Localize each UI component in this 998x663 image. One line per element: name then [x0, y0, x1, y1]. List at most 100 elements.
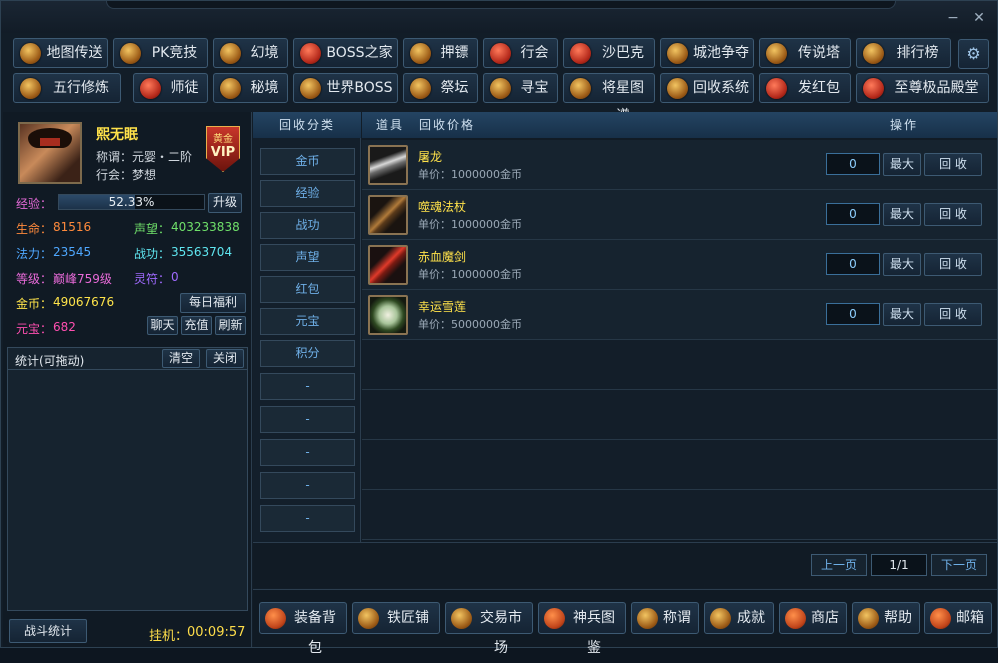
nav-supreme-hall-button[interactable]: 至尊极品殿堂	[856, 73, 989, 103]
list-item: 幸运雪莲 单价：5000000金币 最大 回 收	[362, 290, 997, 340]
max-button[interactable]: 最大	[883, 203, 921, 226]
category-gold[interactable]: 金币	[260, 148, 355, 175]
player-name: 熙无眠	[96, 127, 138, 143]
achievement-button[interactable]: 成就	[704, 602, 774, 634]
list-item: 赤血魔剑 单价：1000000金币 最大 回 收	[362, 240, 997, 290]
clear-button[interactable]: 清空	[162, 349, 200, 368]
close-stats-button[interactable]: 关闭	[206, 349, 244, 368]
nav-label: 秘境	[250, 80, 279, 96]
nav-boss-home-button[interactable]: BOSS之家	[293, 38, 398, 68]
nav-world-boss-button[interactable]: 世界BOSS	[293, 73, 398, 103]
chat-button[interactable]: 聊天	[147, 316, 178, 335]
category-empty[interactable]: -	[260, 406, 355, 433]
nav-pk-arena-button[interactable]: PK竞技场	[113, 38, 208, 89]
nav-red-packet-button[interactable]: 发红包	[759, 73, 851, 103]
title-button[interactable]: 称谓	[631, 602, 699, 634]
settings-gear-icon[interactable]: ⚙	[958, 39, 989, 69]
next-page-button[interactable]: 下一页	[931, 554, 987, 576]
daily-welfare-button[interactable]: 每日福利	[180, 293, 246, 313]
category-merit[interactable]: 战功	[260, 212, 355, 239]
nav-guild-button[interactable]: 行会	[483, 38, 558, 68]
snow-lotus-icon[interactable]	[368, 295, 408, 335]
nav-treasure-button[interactable]: 寻宝	[483, 73, 558, 103]
max-button[interactable]: 最大	[883, 153, 921, 176]
max-button[interactable]: 最大	[883, 253, 921, 276]
prev-page-button[interactable]: 上一页	[811, 554, 867, 576]
nav-altar-button[interactable]: 祭坛	[403, 73, 478, 103]
nav-label: 城池争夺	[693, 45, 749, 61]
recharge-button[interactable]: 充值	[181, 316, 212, 335]
quantity-input[interactable]	[826, 303, 880, 325]
mail-icon	[930, 608, 951, 629]
escort-icon	[410, 43, 431, 64]
supreme-hall-icon	[863, 78, 884, 99]
recycle-button[interactable]: 回 收	[924, 203, 982, 226]
nav-escort-button[interactable]: 押镖	[403, 38, 478, 68]
avatar[interactable]	[18, 122, 82, 184]
power-value: 35563704	[171, 245, 233, 259]
list-item: 屠龙 单价：1000000金币 最大 回 收	[362, 140, 997, 190]
battle-stats-button[interactable]: 战斗统计	[9, 619, 87, 643]
nav-label: 祭坛	[440, 80, 469, 96]
shop-button[interactable]: 商店	[779, 602, 847, 634]
recycle-button[interactable]: 回 收	[924, 153, 982, 176]
recycle-list: 道具 回收价格 操作 屠龙 单价：1000000金币 最大 回 收 噬魂法杖 单…	[362, 112, 997, 542]
nav-ranking-button[interactable]: 排行榜	[856, 38, 951, 68]
nav-label: 至尊极品殿堂	[894, 80, 979, 96]
list-item-empty	[362, 440, 997, 490]
bottom-label: 装备背包	[294, 610, 336, 656]
category-ingot[interactable]: 元宝	[260, 308, 355, 335]
hammer-icon	[358, 608, 379, 629]
hang-timer: 00:09:57	[187, 625, 246, 640]
fame-value: 403233838	[171, 220, 240, 234]
five-elements-icon	[20, 78, 41, 99]
character-panel: 熙无眠 称谓：元婴・二阶 行会：梦想 黄金 VIP 经验： 52.33% 升级 …	[3, 112, 252, 647]
nav-shabak-button[interactable]: 沙巴克	[563, 38, 655, 68]
blood-sword-icon[interactable]	[368, 245, 408, 285]
mailbox-button[interactable]: 邮箱	[924, 602, 992, 634]
category-empty[interactable]: -	[260, 505, 355, 532]
category-empty[interactable]: -	[260, 439, 355, 466]
minimize-icon[interactable]: −	[945, 10, 961, 26]
nav-legend-tower-button[interactable]: 传说塔	[759, 38, 851, 68]
secret-realm-icon	[220, 78, 241, 99]
quantity-input[interactable]	[826, 203, 880, 225]
nav-mentor-button[interactable]: 师徒	[133, 73, 208, 103]
nav-recycle-system-button[interactable]: 回收系统	[660, 73, 754, 103]
pk-arena-icon	[120, 43, 141, 64]
dragon-blade-icon[interactable]	[368, 145, 408, 185]
category-points[interactable]: 积分	[260, 340, 355, 367]
col-item: 道具	[376, 118, 405, 132]
blacksmith-button[interactable]: 铁匠铺	[352, 602, 440, 634]
category-empty[interactable]: -	[260, 373, 355, 400]
nav-five-elements-button[interactable]: 五行修炼	[13, 73, 121, 103]
trade-market-button[interactable]: 交易市场	[445, 602, 533, 656]
recycle-button[interactable]: 回 收	[924, 253, 982, 276]
shop-icon	[785, 608, 806, 629]
close-icon[interactable]: ✕	[971, 10, 987, 26]
category-panel: 回收分类 金币 经验 战功 声望 红包 元宝 积分 - - - - -	[253, 112, 361, 542]
quantity-input[interactable]	[826, 253, 880, 275]
market-icon	[451, 608, 472, 629]
nav-illusion-button[interactable]: 幻境	[213, 38, 288, 68]
category-red-packet[interactable]: 红包	[260, 276, 355, 303]
max-button[interactable]: 最大	[883, 303, 921, 326]
quantity-input[interactable]	[826, 153, 880, 175]
help-button[interactable]: 帮助	[852, 602, 920, 634]
recycle-button[interactable]: 回 收	[924, 303, 982, 326]
category-fame[interactable]: 声望	[260, 244, 355, 271]
upgrade-button[interactable]: 升级	[208, 193, 242, 213]
equipment-bag-button[interactable]: 装备背包	[259, 602, 347, 656]
category-empty[interactable]: -	[260, 472, 355, 499]
category-exp[interactable]: 经验	[260, 180, 355, 207]
nav-secret-realm-button[interactable]: 秘境	[213, 73, 288, 103]
nav-city-war-button[interactable]: 城池争夺	[660, 38, 754, 68]
weapon-atlas-button[interactable]: 神兵图鉴	[538, 602, 626, 656]
list-item: 噬魂法杖 单价：1000000金币 最大 回 收	[362, 190, 997, 240]
recycle-system-icon	[667, 78, 688, 99]
nav-star-general-button[interactable]: 将星图谱	[563, 73, 655, 124]
soul-staff-icon[interactable]	[368, 195, 408, 235]
stats-panel[interactable]: 统计(可拖动) 清空 关闭	[7, 347, 248, 611]
refresh-button[interactable]: 刷新	[215, 316, 246, 335]
nav-map-teleport-button[interactable]: 地图传送	[13, 38, 108, 68]
